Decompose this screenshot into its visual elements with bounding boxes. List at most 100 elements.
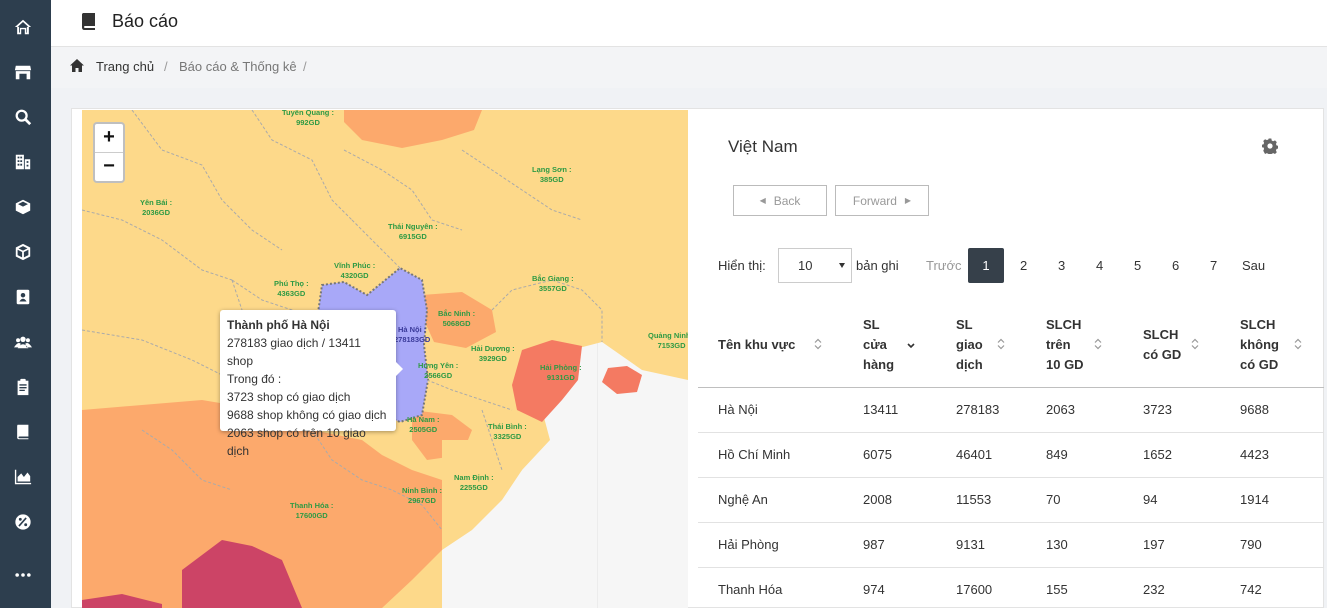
tooltip-line: 3723 shop có giao dịch (227, 390, 351, 404)
map-tooltip: Thành phố Hà Nội 278183 giao dịch / 1341… (220, 310, 403, 458)
pagination-page[interactable]: 5 (1134, 258, 1141, 273)
sort-icon[interactable] (997, 338, 1005, 350)
cell-region: Hải Phòng (718, 537, 779, 552)
table-header-divider (698, 387, 1324, 388)
pagination-page[interactable]: 4 (1096, 258, 1103, 273)
col-header-with-tx[interactable]: SLCH có GD (1143, 325, 1181, 365)
zoom-out-button[interactable]: − (95, 153, 123, 182)
vietnam-map[interactable]: + − Tuyên Quang :992GD Yên Bái :2036GD L… (82, 110, 688, 608)
breadcrumb-separator: / (303, 59, 307, 74)
back-button[interactable]: ◀ Back (733, 185, 827, 216)
cell-store-count: 6075 (863, 447, 892, 462)
search-icon[interactable] (11, 105, 35, 129)
pagination-page[interactable]: 3 (1058, 258, 1065, 273)
cubes-icon[interactable] (11, 240, 35, 264)
region-title: Việt Nam (728, 137, 798, 156)
contact-book-icon[interactable] (11, 285, 35, 309)
cell-without-tx: 790 (1240, 537, 1262, 552)
home-icon[interactable] (11, 15, 35, 39)
book-icon[interactable] (11, 420, 35, 444)
breadcrumb-reports[interactable]: Báo cáo & Thống kê (179, 59, 297, 74)
map-label: Hải Phòng :9131GD (540, 363, 582, 382)
pagination-prev[interactable]: Trước (926, 258, 962, 273)
row-divider (698, 567, 1324, 568)
records-label: bản ghi (856, 258, 899, 273)
map-label: Yên Bái :2036GD (140, 198, 173, 217)
clipboard-icon[interactable] (11, 375, 35, 399)
building-icon[interactable] (11, 150, 35, 174)
pagination-next[interactable]: Sau (1242, 258, 1265, 273)
tooltip-title: Thành phố Hà Nội (227, 318, 330, 332)
row-divider (698, 477, 1324, 478)
cell-without-tx: 4423 (1240, 447, 1269, 462)
home-icon[interactable] (70, 59, 84, 72)
store-icon[interactable] (11, 60, 35, 84)
map-label: Ninh Bình :2967GD (402, 486, 442, 505)
col-header-without-tx[interactable]: SLCH không có GD (1240, 315, 1279, 375)
back-label: Back (773, 193, 801, 208)
sort-icon[interactable] (1191, 338, 1199, 350)
page-size-select[interactable]: 10 (778, 248, 852, 283)
breadcrumb-separator: / (164, 59, 168, 74)
col-header-region[interactable]: Tên khu vực (718, 335, 795, 355)
cell-store-count: 13411 (863, 402, 899, 417)
row-divider (698, 432, 1324, 433)
cell-region: Hồ Chí Minh (718, 447, 791, 462)
map-label: Thái Nguyên :6915GD (388, 222, 438, 241)
area-chart-icon[interactable] (11, 465, 35, 489)
cell-without-tx: 742 (1240, 582, 1262, 597)
zoom-in-button[interactable]: + (95, 124, 123, 153)
cell-with-tx: 3723 (1143, 402, 1172, 417)
pagination-page[interactable]: 7 (1210, 258, 1217, 273)
gear-icon[interactable] (1262, 138, 1278, 154)
map-label: Hà Nam :2505GD (407, 415, 440, 434)
cell-region: Thanh Hóa (718, 582, 783, 597)
map-label: Hải Dương :3929GD (471, 344, 515, 363)
sidebar (0, 0, 51, 608)
cell-over-10: 849 (1046, 447, 1068, 462)
percent-icon[interactable] (11, 510, 35, 534)
pagination-page-active[interactable]: 1 (968, 248, 1004, 283)
cell-store-count: 974 (863, 582, 885, 597)
cell-transaction-count: 11553 (956, 492, 992, 507)
col-header-store-count[interactable]: SL cửa hàng (863, 315, 894, 375)
box-icon[interactable] (11, 195, 35, 219)
back-caret-icon: ◀ (759, 196, 766, 205)
users-icon[interactable] (11, 330, 35, 354)
zoom-control: + − (93, 122, 125, 183)
sort-icon[interactable] (814, 338, 822, 350)
map-label: Hưng Yên :2566GD (418, 361, 459, 380)
sort-desc-icon[interactable] (907, 340, 915, 352)
more-icon[interactable] (11, 563, 35, 587)
cell-with-tx: 1652 (1143, 447, 1172, 462)
forward-button[interactable]: Forward ▶ (835, 185, 929, 216)
pagination-page[interactable]: 2 (1020, 258, 1027, 273)
cell-over-10: 70 (1046, 492, 1061, 507)
cell-transaction-count: 46401 (956, 447, 993, 462)
map-label: Vĩnh Phúc :4320GD (334, 261, 376, 280)
cell-with-tx: 232 (1143, 582, 1165, 597)
tooltip-line: 9688 shop không có giao dịch (227, 408, 387, 422)
cell-over-10: 155 (1046, 582, 1068, 597)
book-icon (82, 13, 95, 30)
cell-region: Nghệ An (718, 492, 768, 507)
sort-icon[interactable] (1094, 338, 1102, 350)
cell-region: Hà Nội (718, 402, 758, 417)
page-title: Báo cáo (112, 11, 179, 31)
map-label: Nam Định :2255GD (454, 473, 494, 492)
map-label: Phú Thọ :4363GD (274, 279, 309, 298)
cell-without-tx: 1914 (1240, 492, 1269, 507)
breadcrumb-home[interactable]: Trang chủ (96, 59, 154, 74)
tooltip-line: 2063 shop có trên 10 giao dịch (227, 426, 366, 458)
map-label: Bắc Ninh :5068GD (438, 309, 476, 328)
cell-transaction-count: 17600 (956, 582, 993, 597)
map-label: Thái Bình :3325GD (488, 422, 527, 441)
page-size-value: 10 (798, 258, 813, 273)
col-header-transaction-count[interactable]: SL giao dịch (956, 315, 983, 375)
sort-icon[interactable] (1294, 338, 1302, 350)
page-size-label: Hiển thị: (718, 258, 766, 273)
col-header-over-10[interactable]: SLCH trên 10 GD (1046, 315, 1084, 375)
breadcrumb: Trang chủ / Báo cáo & Thống kê / (51, 47, 1327, 88)
cell-without-tx: 9688 (1240, 402, 1269, 417)
pagination-page[interactable]: 6 (1172, 258, 1179, 273)
